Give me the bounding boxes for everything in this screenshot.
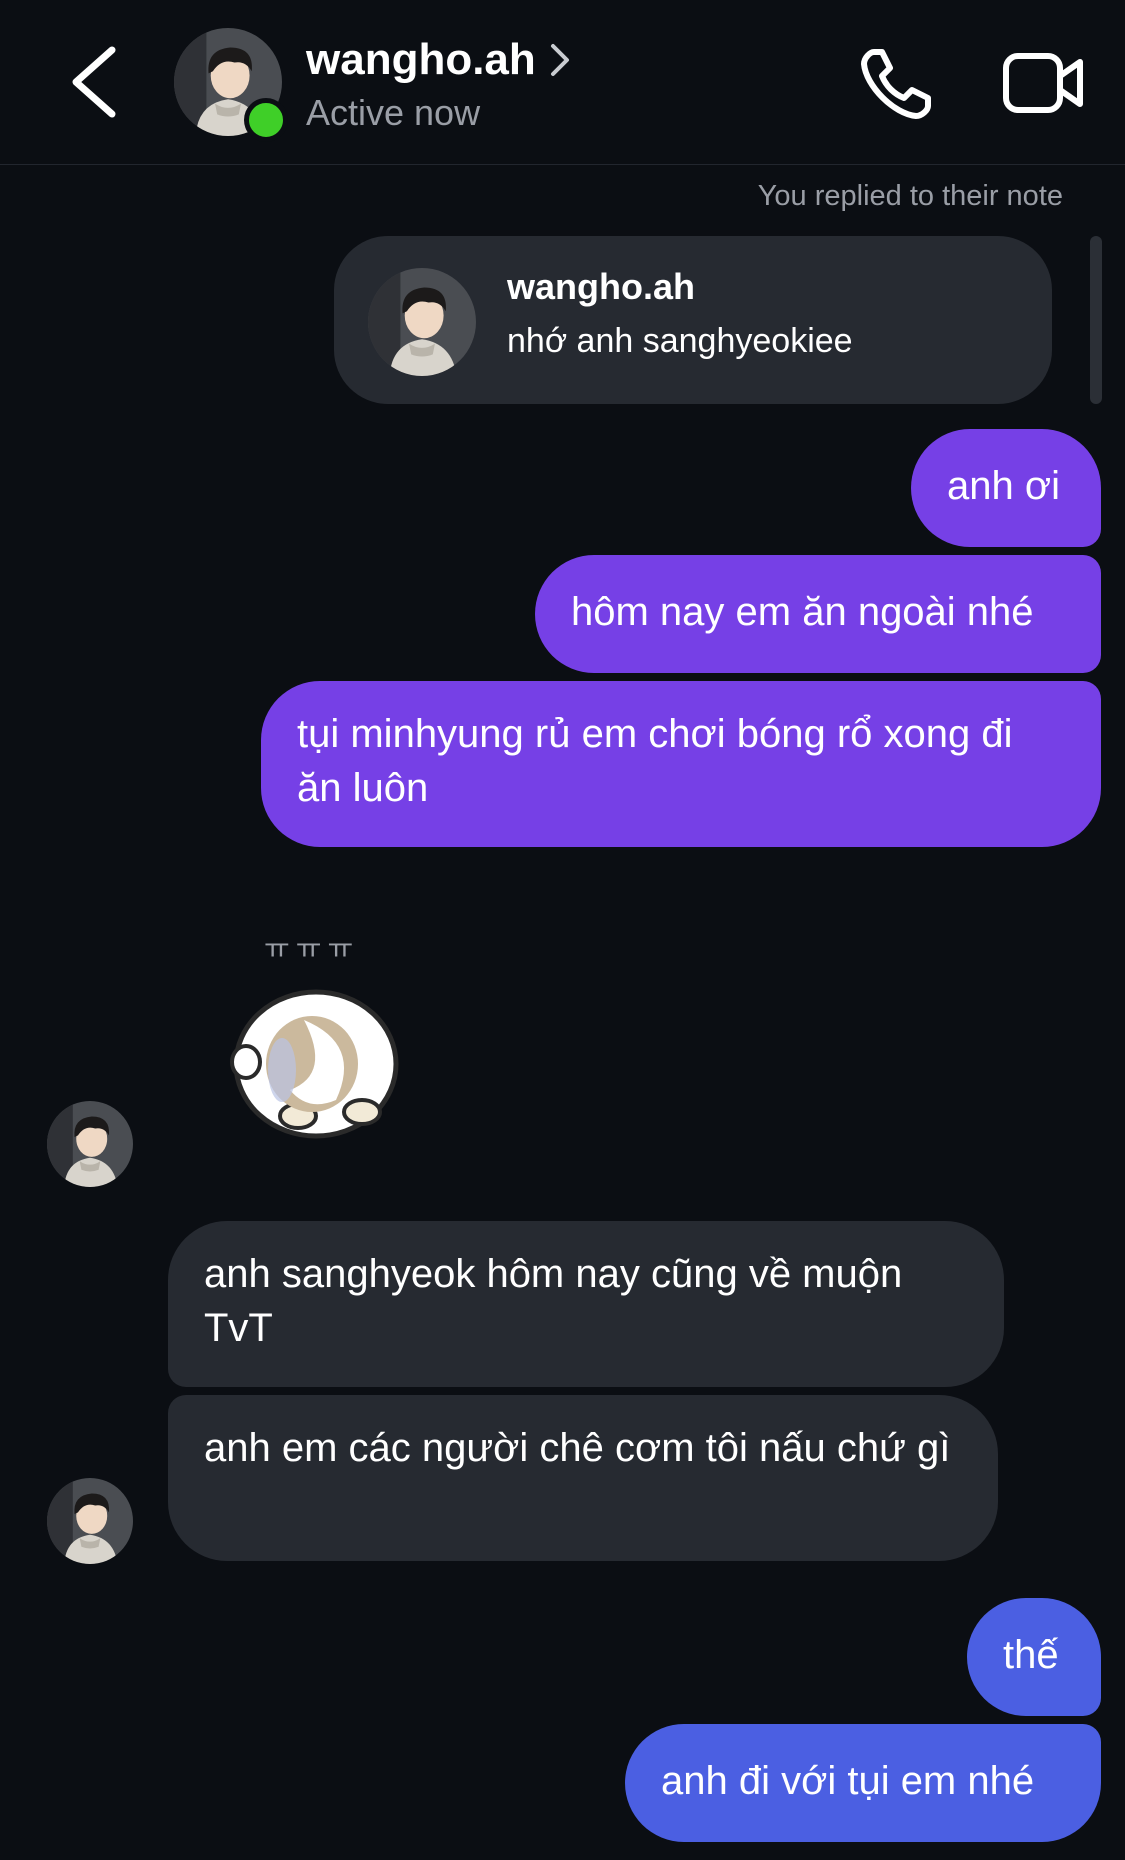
avatar-image (47, 1478, 133, 1564)
sent-message[interactable]: tụi minhyung rủ em chơi bóng rổ xong đi … (261, 681, 1101, 847)
sticker-message[interactable]: ㅠㅠㅠ (212, 924, 420, 1140)
note-author-avatar (368, 268, 476, 376)
chat-header: wangho.ah Active now (0, 0, 1125, 165)
note-reply-context: You replied to their note (757, 180, 1063, 212)
sent-message[interactable]: thế (967, 1598, 1101, 1716)
sent-message[interactable]: anh ơi (911, 429, 1101, 547)
video-camera-icon[interactable] (1002, 50, 1084, 116)
note-author: wangho.ah (507, 266, 695, 307)
back-chevron-icon[interactable] (66, 44, 120, 120)
contact-avatar-small[interactable] (47, 1478, 133, 1564)
sent-message[interactable]: hôm nay em ăn ngoài nhé (535, 555, 1101, 673)
contact-name[interactable]: wangho.ah (306, 30, 536, 90)
phone-icon[interactable] (860, 46, 934, 120)
contact-avatar-small[interactable] (47, 1101, 133, 1187)
received-message[interactable]: anh sanghyeok hôm nay cũng về muộn TvT (168, 1221, 1004, 1387)
avatar-image (368, 268, 476, 376)
sticker-caption: ㅠㅠㅠ (264, 933, 359, 964)
replied-note-card[interactable]: wangho.ah nhớ anh sanghyeokiee (334, 236, 1052, 404)
contact-status: Active now (306, 92, 481, 133)
sent-message[interactable]: anh đi với tụi em nhé (625, 1724, 1101, 1842)
chevron-right-icon[interactable] (548, 42, 572, 78)
online-status-dot (244, 98, 288, 142)
note-text: nhớ anh sanghyeokiee (507, 322, 853, 360)
received-message[interactable]: anh em các người chê cơm tôi nấu chứ gì (168, 1395, 998, 1561)
scrollbar[interactable] (1090, 236, 1102, 404)
avatar-image (47, 1101, 133, 1187)
